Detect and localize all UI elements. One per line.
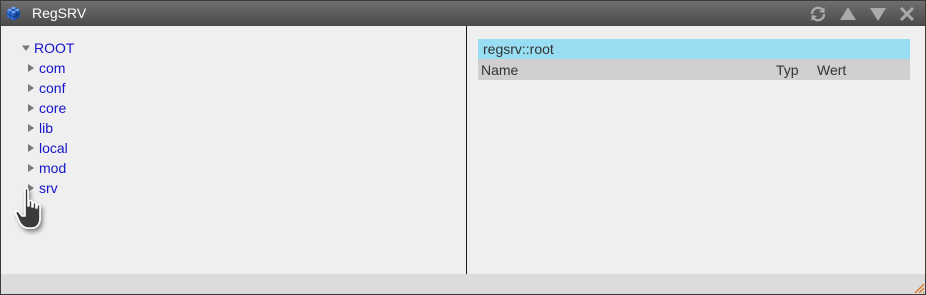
table-header: Name Typ Wert bbox=[478, 59, 910, 80]
tree-pane: ROOT com conf core lib local mod srv bbox=[1, 26, 466, 274]
tree-node-core[interactable]: core bbox=[26, 99, 66, 117]
collapsed-triangle-icon[interactable] bbox=[26, 83, 36, 93]
detail-pane: regsrv::root Name Typ Wert bbox=[467, 26, 925, 274]
move-up-icon[interactable] bbox=[839, 5, 857, 23]
regsrv-window: RegSRV ROOT com conf core lib local mod … bbox=[0, 0, 926, 295]
collapsed-triangle-icon[interactable] bbox=[26, 163, 36, 173]
tree-node-label[interactable]: mod bbox=[39, 160, 66, 176]
window-title: RegSRV bbox=[32, 5, 87, 21]
close-icon[interactable] bbox=[898, 5, 916, 23]
column-header-name[interactable]: Name bbox=[481, 62, 518, 78]
tree-node-label[interactable]: lib bbox=[39, 120, 53, 136]
tree-node-lib[interactable]: lib bbox=[26, 119, 53, 137]
tree-node-root[interactable]: ROOT bbox=[21, 39, 74, 57]
tree-node-label[interactable]: conf bbox=[39, 80, 65, 96]
expanded-triangle-icon[interactable] bbox=[21, 43, 31, 53]
tree-node-label[interactable]: core bbox=[39, 100, 66, 116]
current-path: regsrv::root bbox=[483, 41, 554, 57]
tree-node-label[interactable]: com bbox=[39, 60, 65, 76]
tree-node-conf[interactable]: conf bbox=[26, 79, 65, 97]
move-down-icon[interactable] bbox=[869, 5, 887, 23]
title-bar[interactable]: RegSRV bbox=[1, 1, 925, 26]
tree-node-com[interactable]: com bbox=[26, 59, 65, 77]
hand-pointer-cursor-icon bbox=[13, 186, 53, 236]
collapsed-triangle-icon[interactable] bbox=[26, 123, 36, 133]
tree-node-local[interactable]: local bbox=[26, 139, 68, 157]
resize-grip-icon[interactable] bbox=[911, 280, 925, 294]
collapsed-triangle-icon[interactable] bbox=[26, 143, 36, 153]
refresh-icon[interactable] bbox=[809, 5, 827, 23]
app-cube-icon bbox=[6, 6, 21, 21]
collapsed-triangle-icon[interactable] bbox=[26, 63, 36, 73]
collapsed-triangle-icon[interactable] bbox=[26, 103, 36, 113]
current-path-bar: regsrv::root bbox=[478, 39, 910, 59]
tree-node-label[interactable]: ROOT bbox=[34, 40, 74, 56]
status-bar bbox=[1, 274, 925, 294]
tree-node-label[interactable]: local bbox=[39, 140, 68, 156]
column-header-type[interactable]: Typ bbox=[776, 62, 799, 78]
tree-node-mod[interactable]: mod bbox=[26, 159, 66, 177]
column-header-value[interactable]: Wert bbox=[817, 62, 846, 78]
